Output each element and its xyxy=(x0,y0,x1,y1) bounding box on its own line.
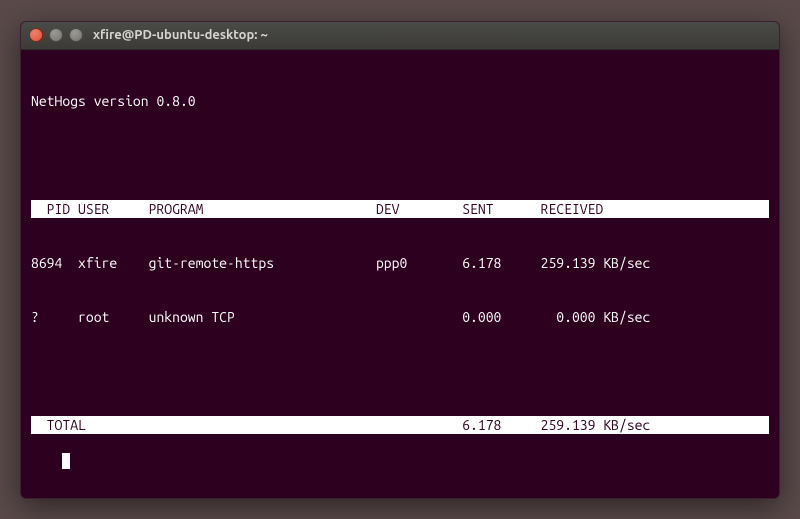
blank-line xyxy=(31,146,769,164)
app-header: NetHogs version 0.8.0 xyxy=(31,92,769,110)
table-row: 8694 xfire git-remote-https ppp0 6.178 2… xyxy=(31,254,769,272)
table-row: ? root unknown TCP 0.000 0.000 KB/sec xyxy=(31,308,769,326)
titlebar[interactable]: xfire@PD-ubuntu-desktop: ~ xyxy=(21,22,779,50)
terminal-viewport[interactable]: NetHogs version 0.8.0 PID USER PROGRAM D… xyxy=(21,50,779,498)
total-row: TOTAL 6.178 259.139 KB/sec xyxy=(31,416,769,434)
window-title: xfire@PD-ubuntu-desktop: ~ xyxy=(93,28,268,42)
blank-line xyxy=(31,362,769,380)
close-icon[interactable] xyxy=(29,28,43,42)
cursor-icon xyxy=(62,453,70,469)
maximize-icon[interactable] xyxy=(69,28,83,42)
window-controls xyxy=(29,28,83,42)
terminal-window: xfire@PD-ubuntu-desktop: ~ NetHogs versi… xyxy=(20,21,780,499)
minimize-icon[interactable] xyxy=(49,28,63,42)
table-header: PID USER PROGRAM DEV SENT RECEIVED xyxy=(31,200,769,218)
